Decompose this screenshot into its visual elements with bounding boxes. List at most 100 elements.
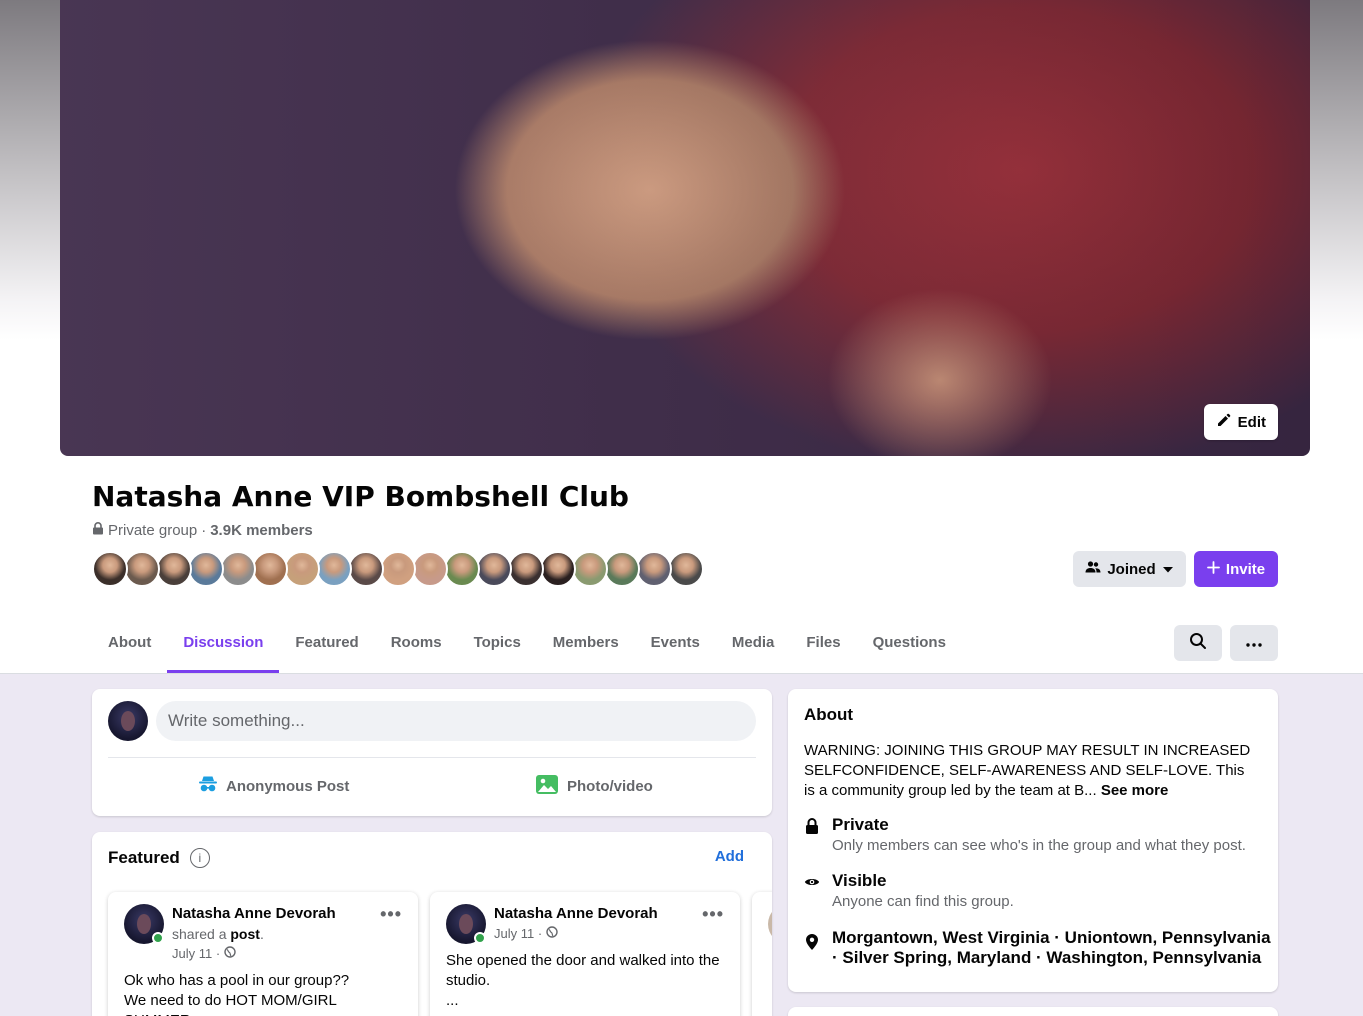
member-avatar[interactable] — [124, 551, 160, 587]
write-something-input[interactable]: Write something... — [156, 701, 756, 741]
meta-separator: · — [201, 522, 207, 539]
post-more-icon[interactable]: ••• — [380, 904, 402, 925]
member-avatar[interactable] — [188, 551, 224, 587]
about-locations: Morgantown, West Virginia · Uniontown, P… — [804, 928, 1272, 968]
member-avatar[interactable] — [668, 551, 704, 587]
edit-cover-button[interactable]: Edit — [1203, 404, 1278, 440]
chevron-down-icon — [1162, 561, 1174, 578]
avatar[interactable] — [108, 701, 148, 741]
post-author[interactable]: Natasha Anne Devorah — [172, 905, 336, 922]
tab-discussion[interactable]: Discussion — [167, 614, 280, 673]
search-group-button[interactable] — [1174, 625, 1222, 661]
about-title: About — [804, 705, 854, 724]
featured-title: Featured — [108, 848, 180, 867]
about-privacy: Private Only members can see who's in th… — [804, 815, 1246, 854]
member-avatar[interactable] — [572, 551, 608, 587]
invite-label: Invite — [1225, 560, 1266, 578]
globe-icon — [224, 946, 236, 961]
eye-icon — [804, 872, 820, 892]
post-body: She opened the door and walked into the … — [446, 952, 720, 1009]
globe-icon — [546, 926, 558, 941]
more-icon — [1246, 634, 1262, 652]
shared-post-link[interactable]: post — [230, 926, 260, 942]
edit-label: Edit — [1237, 413, 1266, 431]
tab-members[interactable]: Members — [537, 614, 635, 673]
pencil-icon — [1216, 412, 1232, 432]
incognito-icon — [198, 775, 218, 797]
member-avatar[interactable] — [380, 551, 416, 587]
member-avatar[interactable] — [636, 551, 672, 587]
group-tabs: About Discussion Featured Rooms Topics Member… — [92, 614, 962, 673]
member-avatar[interactable] — [284, 551, 320, 587]
featured-post-card[interactable]: Natasha Anne Devorah July 11 · ••• She o… — [430, 892, 740, 1016]
info-icon[interactable]: i — [189, 848, 210, 868]
privacy-description: Only members can see who's in the group … — [832, 837, 1246, 854]
post-more-icon[interactable]: ••• — [702, 904, 724, 925]
featured-section: Featured i Add Natasha Anne Devorah shar… — [92, 832, 772, 1016]
post-body: Ok who has a pool in our group?? We need… — [124, 972, 350, 1016]
member-avatar[interactable] — [220, 551, 256, 587]
cover-photo: Edit — [60, 0, 1310, 456]
member-avatar[interactable] — [412, 551, 448, 587]
photo-video-label: Photo/video — [567, 777, 653, 795]
featured-post-card[interactable]: Natasha Anne Devorah shared a post. July… — [108, 892, 418, 1016]
invite-button[interactable]: Invite — [1194, 551, 1278, 587]
composer-divider — [108, 757, 756, 758]
tab-about[interactable]: About — [92, 614, 167, 673]
post-shared-line: shared a post. — [172, 926, 264, 942]
member-avatar[interactable] — [540, 551, 576, 587]
member-count[interactable]: 3.9K members — [210, 522, 313, 539]
about-card: About WARNING: JOINING THIS GROUP MAY RE… — [788, 689, 1278, 992]
tab-files[interactable]: Files — [790, 614, 856, 673]
group-locations[interactable]: Morgantown, West Virginia · Uniontown, P… — [832, 928, 1272, 968]
member-avatar[interactable] — [604, 551, 640, 587]
visibility-title: Visible — [832, 871, 887, 890]
more-options-button[interactable] — [1230, 625, 1278, 661]
privacy-title: Private — [832, 815, 889, 834]
people-icon — [1085, 560, 1101, 578]
anonymous-post-label: Anonymous Post — [226, 777, 350, 795]
tab-featured[interactable]: Featured — [279, 614, 374, 673]
about-visibility: Visible Anyone can find this group. — [804, 871, 1014, 910]
post-author[interactable]: Natasha Anne Devorah — [494, 905, 658, 922]
avatar[interactable] — [768, 904, 772, 944]
member-avatar[interactable] — [508, 551, 544, 587]
member-avatar[interactable] — [476, 551, 512, 587]
lock-icon — [92, 522, 104, 539]
post-composer: Write something... Anonymous Post Photo/… — [92, 689, 772, 816]
tab-rooms[interactable]: Rooms — [375, 614, 458, 673]
post-date[interactable]: July 11 · — [172, 946, 236, 961]
online-status-dot — [152, 932, 164, 944]
tab-events[interactable]: Events — [635, 614, 716, 673]
anonymous-post-button[interactable]: Anonymous Post — [198, 766, 349, 806]
online-status-dot — [474, 932, 486, 944]
featured-post-card[interactable] — [752, 892, 772, 1016]
tab-media[interactable]: Media — [716, 614, 791, 673]
add-featured-link[interactable]: Add — [715, 848, 744, 865]
location-pin-icon — [804, 932, 820, 952]
post-date[interactable]: July 11 · — [494, 926, 558, 941]
member-avatar[interactable] — [252, 551, 288, 587]
member-avatar[interactable] — [348, 551, 384, 587]
privacy-label: Private group — [108, 522, 198, 539]
search-icon — [1189, 632, 1207, 655]
tab-topics[interactable]: Topics — [458, 614, 537, 673]
group-name[interactable]: Natasha Anne VIP Bombshell Club — [92, 480, 629, 513]
photo-icon — [535, 773, 559, 799]
photo-video-button[interactable]: Photo/video — [535, 766, 653, 806]
visibility-description: Anyone can find this group. — [832, 893, 1014, 910]
member-avatar[interactable] — [92, 551, 128, 587]
joined-label: Joined — [1107, 560, 1156, 578]
sidebar-next-card — [788, 1007, 1278, 1016]
see-more-link[interactable]: See more — [1101, 782, 1169, 799]
member-avatar[interactable] — [316, 551, 352, 587]
member-avatar[interactable] — [156, 551, 192, 587]
about-description: WARNING: JOINING THIS GROUP MAY RESULT I… — [804, 742, 1251, 799]
plus-icon — [1207, 560, 1220, 578]
group-meta: Private group · 3.9K members — [92, 522, 313, 539]
member-avatar[interactable] — [444, 551, 480, 587]
member-avatars[interactable] — [92, 551, 704, 587]
lock-icon — [804, 816, 820, 836]
tab-questions[interactable]: Questions — [857, 614, 962, 673]
joined-button[interactable]: Joined — [1073, 551, 1186, 587]
